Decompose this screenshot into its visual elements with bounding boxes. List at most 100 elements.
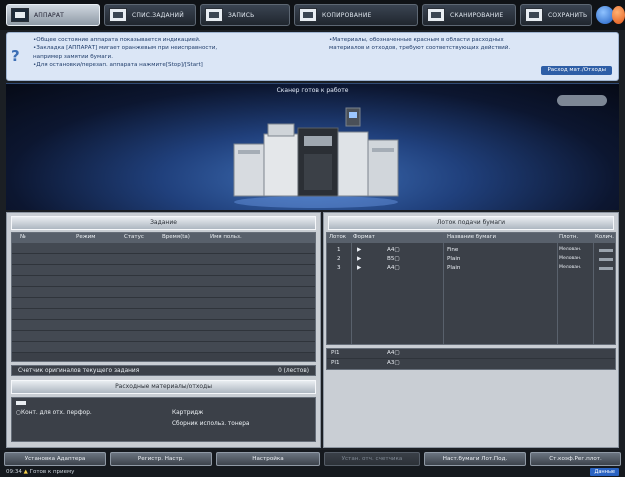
paper-tray-panel: Лоток подачи бумаги Лоток Формат Названи… [323,212,619,448]
consumables-panel-title: Расходные материалы/отходы [11,380,316,394]
table-row[interactable] [12,298,315,309]
question-icon: ? [11,47,20,65]
tab-job-list[interactable]: СПИС.ЗАДАНИЙ [104,4,196,26]
jobs-table[interactable]: № Режим Статус Время(ta) Имя польз. [11,232,316,362]
clock-text: 09:34 [6,469,22,475]
table-row[interactable] [12,342,315,353]
col-weight: Плотн. [559,234,579,240]
jobs-panel: Задание № Режим Статус Время(ta) Имя пол… [6,212,321,448]
consumables-button[interactable]: Расход мат./Отходы [541,66,612,75]
counter-value: 0 (лестов) [278,368,309,374]
tray-weight: Мелован. [559,256,582,261]
banner-line: •Общее состояние аппарата показывается и… [33,37,201,43]
tab-copy[interactable]: КОПИРОВАНИЕ [294,4,418,26]
copy-icon [299,8,317,22]
col-size: Формат [353,234,375,240]
col-user: Имя польз. [210,234,242,240]
table-row[interactable] [12,309,315,320]
paper-arrow-icon: ▶ [357,247,362,253]
table-row[interactable] [12,287,315,298]
tab-scan[interactable]: СКАНИРОВАНИЕ [422,4,516,26]
alert-icon[interactable] [612,6,625,24]
tray-size: A4▢ [387,265,400,271]
tray-size: B5▢ [387,256,400,262]
pi-row[interactable]: PI1 A4▢ [327,349,615,359]
tray-row[interactable]: 2 ▶ B5▢ Plain Мелован. [327,255,615,264]
waste-toner-item: Сборник использ. тонера [172,421,250,427]
toner-cartridge-item: Картридж [172,410,204,416]
top-tab-bar: АППАРАТ СПИС.ЗАДАНИЙ ЗАПИСЬ КОПИРОВАНИЕ … [0,0,625,30]
jobs-table-header: № Режим Статус Время(ta) Имя польз. [12,233,315,243]
consumables-status: ○Конт. для отх. перфор. Картридж Сборник… [11,397,316,442]
tray-level-bar [599,258,613,261]
banner-line: •Для остановки/перезап. аппарата нажмите… [33,62,203,69]
tab-scan-label: СКАНИРОВАНИЕ [450,11,504,19]
pi-tray: PI1 [331,360,340,366]
banner-line: •Материалы, обозначенные красным в облас… [329,37,504,43]
settings-button[interactable]: Настройка [216,452,320,466]
jobs-panel-title: Задание [11,216,316,230]
tab-copy-label: КОПИРОВАНИЕ [322,11,372,19]
tab-machine[interactable]: АППАРАТ [6,4,100,26]
table-row[interactable] [12,254,315,265]
original-counter: Счетчик оригиналов текущего задания 0 (л… [11,365,316,376]
table-row[interactable] [12,276,315,287]
bottom-action-bar: Установка Адаптера Регистр. Настр. Настр… [0,450,625,477]
register-settings-button[interactable]: Регистр. Настр. [110,452,212,466]
consumable-bar-icon [16,401,26,405]
table-row[interactable] [12,265,315,276]
tray-paper-settings-button[interactable]: Наст.бумаги Лот.Под. [424,452,526,466]
col-status: Статус [124,234,144,240]
machine-status-view: Сканер готов к работе [6,83,619,210]
data-indicator-badge: Данные [590,468,619,476]
table-row[interactable] [12,331,315,342]
tray-row[interactable]: 1 ▶ A4▢ Fine Мелован. [327,246,615,255]
status-message: Готов к приему [29,469,75,475]
pi-tray: PI1 [331,350,340,356]
banner-line: •Закладка [АППАРАТ] мигает оранжевым при… [33,45,218,52]
tray-paper-name: Fine [447,247,459,253]
col-tray: Лоток [329,234,347,240]
paper-arrow-icon: ▶ [357,256,362,262]
table-row[interactable] [12,320,315,331]
tray-number: 2 [337,256,341,262]
table-row[interactable] [12,243,315,254]
info-banner: ? •Общее состояние аппарата показывается… [6,32,619,81]
adapter-setup-button[interactable]: Установка Адаптера [4,452,106,466]
tab-record[interactable]: ЗАПИСЬ [200,4,290,26]
tray-panel-title: Лоток подачи бумаги [328,216,614,230]
col-time: Время(ta) [162,234,190,240]
tab-save[interactable]: СОХРАНИТЬ [520,4,592,26]
paper-arrow-icon: ▶ [357,265,362,271]
counter-report-button: Устан. отч. счетчика [324,452,420,466]
pi-size: A4▢ [387,350,400,356]
pi-row[interactable]: PI1 A3▢ [327,359,615,369]
col-quantity: Колич. [595,234,614,240]
printer-illustration [233,107,399,208]
counter-label: Счетчик оригиналов текущего задания [18,368,140,374]
density-adjust-button[interactable]: Ст.коэф.Рег.плот. [530,452,621,466]
tray-weight: Мелован. [559,247,582,252]
tab-job-list-label: СПИС.ЗАДАНИЙ [132,11,184,19]
banner-right-text: •Материалы, обозначенные красным в облас… [329,36,510,53]
machine-view-toggle[interactable] [557,95,607,106]
col-number: № [20,234,26,240]
tray-table-header: Лоток Формат Название бумаги Плотн. Коли… [327,233,615,243]
tray-paper-name: Plain [447,265,461,271]
post-inserter-table[interactable]: PI1 A4▢ PI1 A3▢ [326,348,616,370]
tray-row[interactable]: 3 ▶ A4▢ Plain Мелован. [327,264,615,273]
banner-line: материалов и отходов, требуют соответств… [329,45,511,52]
tab-machine-label: АППАРАТ [34,11,65,19]
tray-level-bar [599,267,613,270]
tab-save-label: СОХРАНИТЬ [548,11,588,19]
tray-number: 1 [337,247,341,253]
tray-table[interactable]: Лоток Формат Название бумаги Плотн. Коли… [326,232,616,345]
save-icon [525,8,543,22]
banner-line: например замятии бумаги. [33,53,113,60]
pi-size: A3▢ [387,360,400,366]
record-icon [205,8,223,22]
tray-weight: Мелован. [559,265,582,270]
tray-size: A4▢ [387,247,400,253]
tray-level-bar [599,249,613,252]
waste-box-item: ○Конт. для отх. перфор. [16,410,92,416]
